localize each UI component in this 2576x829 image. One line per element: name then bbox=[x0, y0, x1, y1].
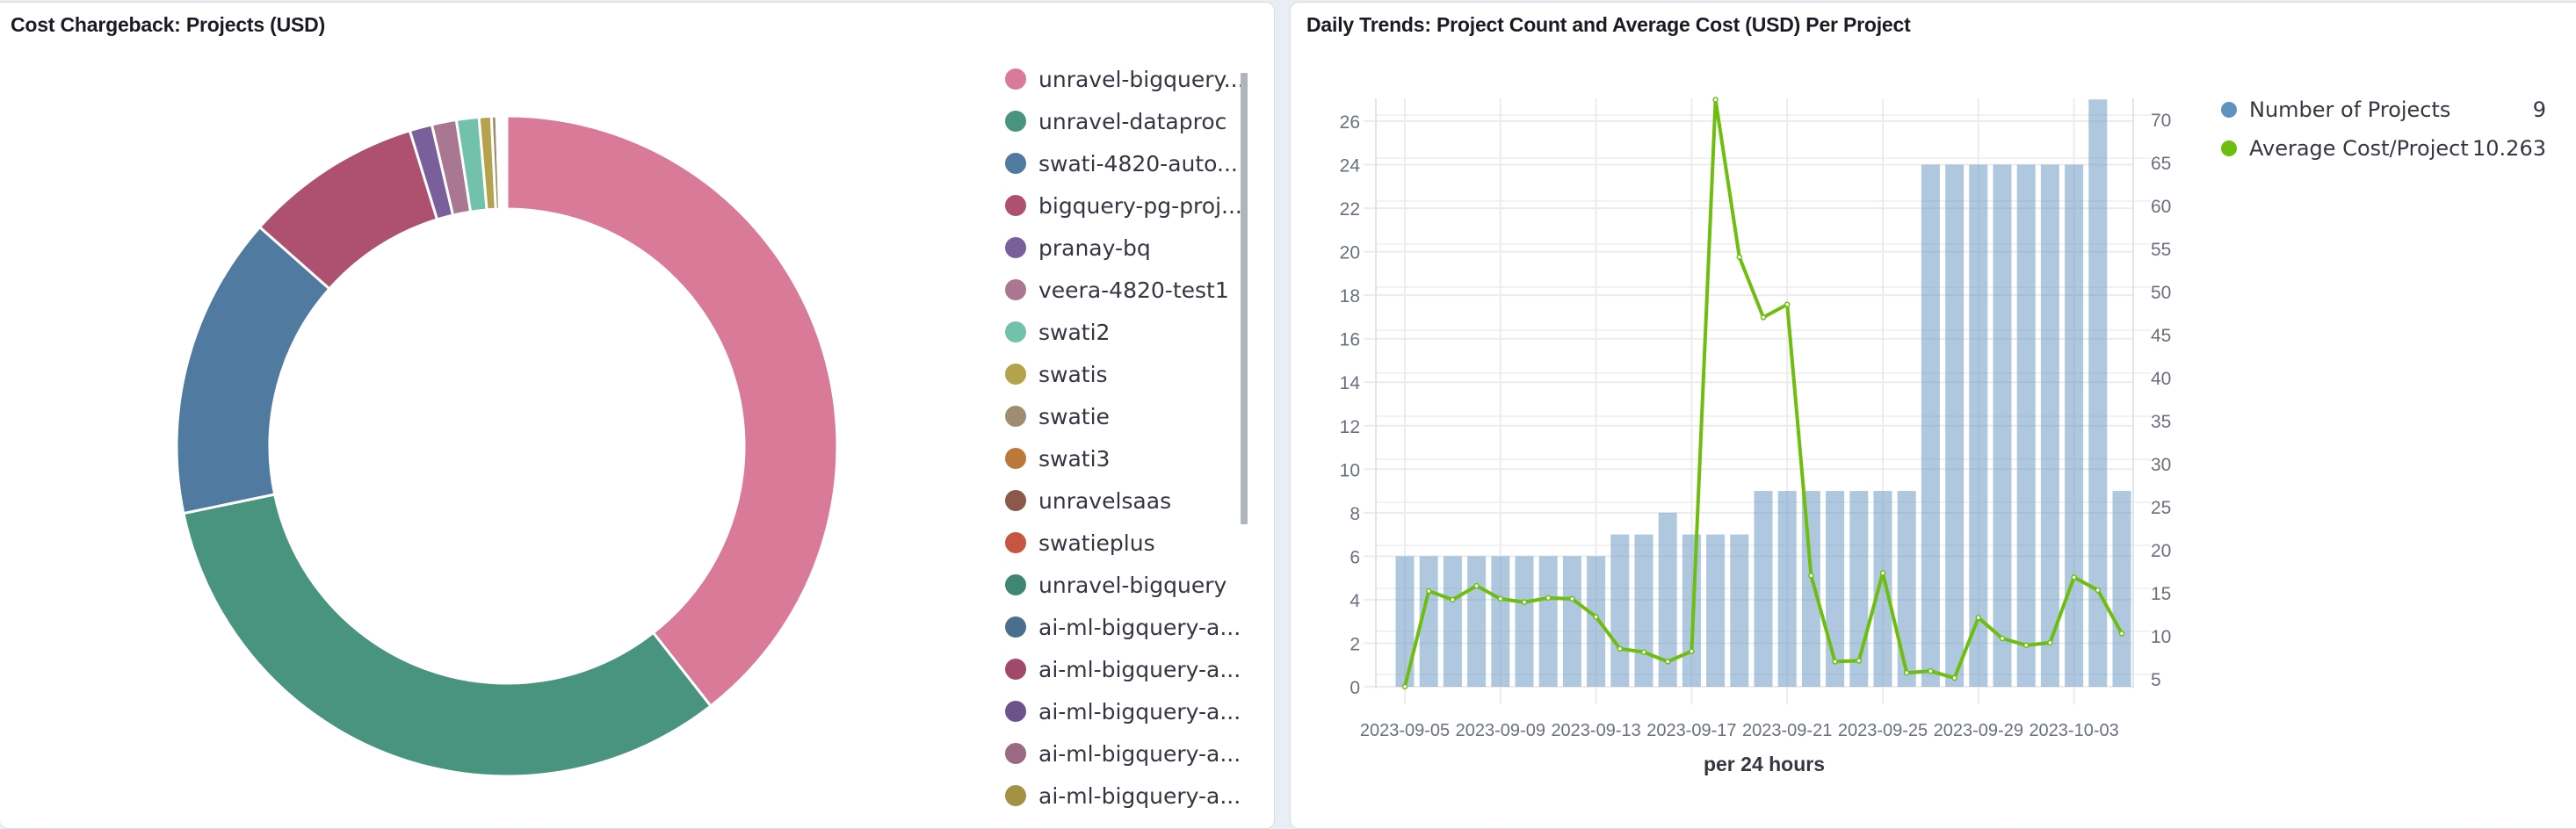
legend-label: ai-ml-bigquery-a... bbox=[1038, 782, 1241, 809]
cost-chargeback-panel: Cost Chargeback: Projects (USD) unravel-… bbox=[0, 2, 1275, 829]
legend-dot-icon bbox=[1005, 364, 1026, 385]
donut-slice[interactable] bbox=[182, 493, 713, 778]
legend-item[interactable]: ai-ml-bigquery-a... bbox=[1005, 614, 1241, 640]
legend-dot-icon bbox=[1005, 111, 1026, 132]
donut-chart bbox=[175, 114, 839, 778]
legend-dot-icon bbox=[1005, 743, 1026, 764]
legend-dot-icon bbox=[1005, 195, 1026, 216]
legend-item-average-cost[interactable]: Average Cost/Project 10.263 bbox=[2221, 135, 2546, 162]
legend-item[interactable]: unravel-bigquery bbox=[1005, 572, 1226, 598]
legend-item[interactable]: swati2 bbox=[1005, 319, 1110, 345]
legend-label: swati3 bbox=[1038, 445, 1111, 472]
donut-slice[interactable] bbox=[504, 114, 509, 211]
legend-dot-icon bbox=[1005, 279, 1026, 300]
legend-item[interactable]: bigquery-pg-proj... bbox=[1005, 192, 1242, 219]
legend-item[interactable]: swatis bbox=[1005, 361, 1108, 387]
legend-label: Average Cost/Project bbox=[2249, 136, 2469, 161]
legend-item[interactable]: unravel-bigquery... bbox=[1005, 66, 1245, 92]
legend-dot-icon bbox=[1005, 237, 1026, 258]
legend-label: Number of Projects bbox=[2249, 97, 2451, 122]
legend-item[interactable]: swati-4820-auto... bbox=[1005, 150, 1238, 177]
panel-title: Daily Trends: Project Count and Average … bbox=[1306, 13, 1911, 36]
daily-trends-panel: Daily Trends: Project Count and Average … bbox=[1290, 2, 2576, 829]
legend-item[interactable]: swatieplus bbox=[1005, 530, 1155, 556]
legend-item-number-of-projects[interactable]: Number of Projects 9 bbox=[2221, 97, 2546, 123]
legend-label: bigquery-pg-proj... bbox=[1038, 192, 1242, 219]
legend-dot-icon bbox=[1005, 701, 1026, 722]
legend-dot-icon bbox=[1005, 659, 1026, 680]
legend-dot-icon bbox=[1005, 68, 1026, 90]
legend-label: swati-4820-auto... bbox=[1038, 150, 1238, 177]
legend-scrollbar[interactable] bbox=[1241, 73, 1248, 524]
legend-label: unravel-bigquery... bbox=[1038, 66, 1245, 92]
legend-dot-icon bbox=[2221, 141, 2237, 156]
legend-item[interactable]: unravelsaas bbox=[1005, 487, 1171, 514]
legend-item[interactable]: unravel-dataproc bbox=[1005, 108, 1226, 134]
legend-dot-icon bbox=[1005, 532, 1026, 553]
legend-dot-icon bbox=[1005, 406, 1026, 427]
legend-dot-icon bbox=[1005, 153, 1026, 174]
legend-value: 9 bbox=[2532, 97, 2546, 122]
legend-item[interactable]: veera-4820-test1 bbox=[1005, 277, 1229, 303]
legend-label: unravel-bigquery bbox=[1038, 572, 1227, 598]
legend-item[interactable]: ai-ml-bigquery-a... bbox=[1005, 740, 1241, 767]
legend-label: swati2 bbox=[1038, 319, 1111, 345]
legend-item[interactable]: ai-ml-bigquery-a... bbox=[1005, 656, 1241, 682]
legend-label: unravel-dataproc bbox=[1038, 108, 1227, 134]
legend-dot-icon bbox=[2221, 102, 2237, 118]
legend-item[interactable]: pranay-bq bbox=[1005, 234, 1151, 261]
legend-dot-icon bbox=[1005, 574, 1026, 595]
legend-label: ai-ml-bigquery-a... bbox=[1038, 740, 1241, 767]
legend-item[interactable]: ai-ml-bigquery-a... bbox=[1005, 698, 1241, 724]
legend-label: ai-ml-bigquery-a... bbox=[1038, 614, 1241, 640]
legend-dot-icon bbox=[1005, 616, 1026, 638]
legend-dot-icon bbox=[1005, 448, 1026, 469]
legend-item[interactable]: swatie bbox=[1005, 403, 1110, 429]
legend-label: swatis bbox=[1038, 361, 1108, 387]
legend-label: swatie bbox=[1038, 403, 1110, 429]
legend-label: ai-ml-bigquery-a... bbox=[1038, 656, 1241, 682]
legend-dot-icon bbox=[1005, 321, 1026, 342]
legend-item[interactable]: swati3 bbox=[1005, 445, 1110, 472]
legend-label: ai-ml-bigquery-a... bbox=[1038, 698, 1241, 724]
legend-label: unravelsaas bbox=[1038, 487, 1172, 514]
legend-label: swatieplus bbox=[1038, 530, 1155, 556]
legend-label: veera-4820-test1 bbox=[1038, 277, 1229, 303]
legend-dot-icon bbox=[1005, 785, 1026, 806]
legend-value: 10.263 bbox=[2472, 136, 2546, 161]
donut-slice[interactable] bbox=[505, 114, 839, 709]
legend-dot-icon bbox=[1005, 490, 1026, 511]
legend-label: pranay-bq bbox=[1038, 234, 1151, 261]
legend-item[interactable]: ai-ml-bigquery-a... bbox=[1005, 782, 1241, 809]
